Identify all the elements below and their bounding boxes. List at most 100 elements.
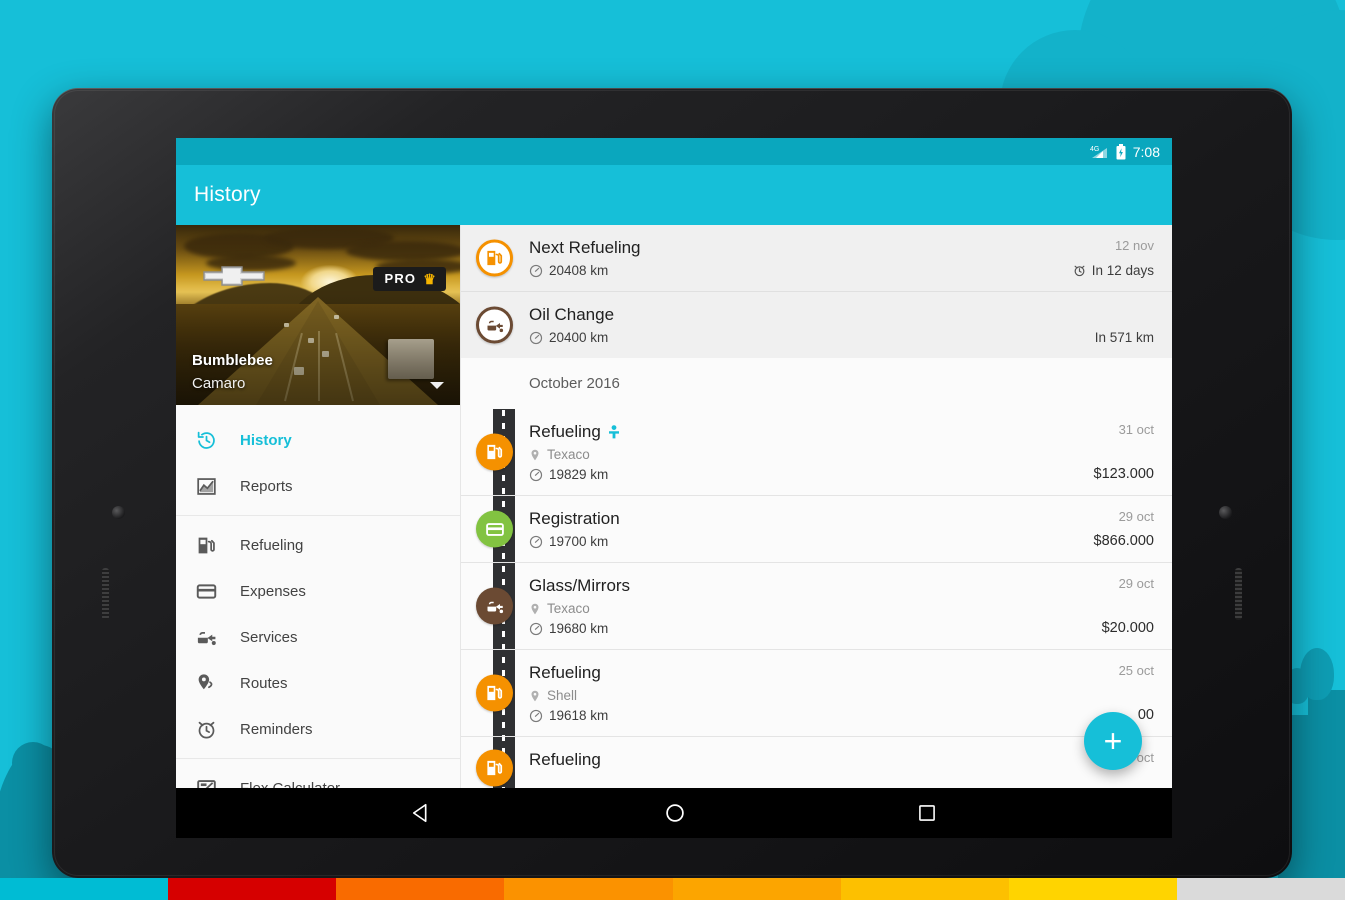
reminder-row[interactable]: Next Refueling 20408 km 12 nov In 12 day… xyxy=(461,225,1172,291)
back-icon[interactable] xyxy=(411,802,433,824)
navigation-drawer: PRO ♛ Bumblebee Camaro History Reports R… xyxy=(176,225,461,788)
history-timeline[interactable]: Next Refueling 20408 km 12 nov In 12 day… xyxy=(461,225,1172,788)
history-icon xyxy=(194,428,218,452)
pro-badge[interactable]: PRO ♛ xyxy=(373,267,446,291)
history-right: 29 oct $20.000 xyxy=(1102,576,1154,636)
map-pin-icon xyxy=(529,689,541,703)
battery-icon xyxy=(1116,143,1126,160)
sidebar-item-refueling[interactable]: Refueling xyxy=(176,522,460,568)
fuel-pump-icon xyxy=(476,749,513,786)
history-odometer: 19618 km xyxy=(529,708,1119,723)
sidebar-item-label: History xyxy=(240,431,292,449)
add-record-fab[interactable]: + xyxy=(1084,712,1142,770)
stripe-swatch xyxy=(840,878,1009,900)
menu-group-primary: History Reports xyxy=(176,411,460,515)
sidebar-item-reports[interactable]: Reports xyxy=(176,463,460,509)
history-value: $20.000 xyxy=(1101,620,1154,636)
app-bar: History xyxy=(176,165,1172,225)
history-value: $123.000 xyxy=(1093,466,1154,482)
history-date: 25 oct xyxy=(1118,663,1154,678)
speedometer-icon xyxy=(529,709,543,723)
history-main: Glass/Mirrors Texaco 19680 km xyxy=(529,576,1102,636)
stripe-swatch xyxy=(672,878,841,900)
system-navigation-bar xyxy=(176,788,1172,838)
app-content: PRO ♛ Bumblebee Camaro History Reports R… xyxy=(176,225,1172,788)
history-row[interactable]: Glass/Mirrors Texaco 19680 km 29 oct $20… xyxy=(461,562,1172,649)
sidebar-item-routes[interactable]: Routes xyxy=(176,660,460,706)
history-title: Refueling xyxy=(529,750,601,769)
color-stripe-bar xyxy=(0,878,1345,900)
history-main: Refueling xyxy=(529,422,1094,482)
tablet-frame: 4G 7:08 History PRO ♛ Bumblebee Camaro H… xyxy=(52,88,1292,878)
credit-card-icon xyxy=(476,510,513,548)
history-row[interactable]: Refueling Texaco 19829 km 31 oct $123.00… xyxy=(461,409,1172,495)
reminder-right: 12 nov In 12 days xyxy=(1073,238,1154,278)
history-row[interactable]: Refueling 08 oct xyxy=(461,736,1172,788)
status-bar: 4G 7:08 xyxy=(176,138,1172,165)
history-right: 29 oct $866.000 xyxy=(1094,509,1154,549)
history-main: Refueling xyxy=(529,750,1119,785)
reminder-meta: In 571 km xyxy=(1094,330,1154,345)
crown-icon: ♛ xyxy=(423,270,437,287)
history-row[interactable]: Refueling Shell 19618 km 25 oct 00 xyxy=(461,649,1172,736)
reminder-odometer: 20408 km xyxy=(529,263,1073,278)
sidebar-item-label: Expenses xyxy=(240,582,306,600)
sidebar-item-history[interactable]: History xyxy=(176,417,460,463)
device-screen: 4G 7:08 History PRO ♛ Bumblebee Camaro H… xyxy=(176,138,1172,838)
background-skyline xyxy=(1308,690,1345,900)
fuel-pump-icon xyxy=(476,674,513,712)
history-title: Glass/Mirrors xyxy=(529,576,631,595)
map-pin-icon xyxy=(194,671,218,695)
fuel-pump-icon xyxy=(194,533,218,557)
reminder-meta: In 12 days xyxy=(1073,263,1154,278)
history-right: 31 oct $123.000 xyxy=(1094,422,1154,482)
caret-down-icon[interactable] xyxy=(430,382,444,389)
history-row[interactable]: Registration 19700 km 29 oct $866.000 xyxy=(461,495,1172,562)
alarm-clock-icon xyxy=(1073,264,1086,277)
reminder-row[interactable]: Oil Change 20400 km In 571 km xyxy=(461,291,1172,358)
fuel-pump-icon xyxy=(476,433,513,471)
sidebar-item-reminders[interactable]: Reminders xyxy=(176,706,460,752)
history-title: Refueling xyxy=(529,663,601,682)
history-title: Registration xyxy=(529,509,620,528)
sidebar-item-services[interactable]: Services xyxy=(176,614,460,660)
sidebar-item-label: Services xyxy=(240,628,298,646)
speedometer-icon xyxy=(529,535,543,549)
history-date: 29 oct xyxy=(1118,576,1154,591)
vehicle-header[interactable]: PRO ♛ Bumblebee Camaro xyxy=(176,225,460,405)
speaker-grille xyxy=(1235,568,1242,620)
alarm-clock-icon xyxy=(194,717,218,741)
page-title: History xyxy=(194,183,261,206)
stripe-swatch xyxy=(336,878,505,900)
menu-group-records: Refueling Expenses Services Routes Remin… xyxy=(176,515,460,758)
month-separator: October 2016 xyxy=(461,358,1172,409)
oil-can-icon xyxy=(476,306,513,344)
sidebar-item-label: Routes xyxy=(240,674,288,692)
sidebar-item-expenses[interactable]: Expenses xyxy=(176,568,460,614)
signal-icon: 4G xyxy=(1090,144,1109,159)
credit-card-icon xyxy=(194,579,218,603)
reminder-odometer: 20400 km xyxy=(529,330,1095,345)
calculator-icon xyxy=(194,776,218,788)
menu-group-tools: Flex Calculator Achievements xyxy=(176,758,460,788)
chart-line-icon xyxy=(194,474,218,498)
stripe-swatch xyxy=(1176,878,1345,900)
speedometer-icon xyxy=(529,622,543,636)
map-pin-icon xyxy=(529,448,541,462)
sidebar-item-label: Reminders xyxy=(240,720,313,738)
history-date: 29 oct xyxy=(1118,509,1154,524)
history-value: $866.000 xyxy=(1093,533,1154,549)
vehicle-name: Bumblebee xyxy=(192,352,273,369)
home-icon[interactable] xyxy=(664,802,686,824)
sensor-icon xyxy=(1219,506,1232,519)
fuel-pump-icon xyxy=(476,239,513,277)
reminder-main: Oil Change 20400 km xyxy=(529,305,1095,345)
clock-label: 7:08 xyxy=(1132,143,1160,160)
sidebar-item-flex-calculator[interactable]: Flex Calculator xyxy=(176,765,460,788)
speedometer-icon xyxy=(529,468,543,482)
history-place: Shell xyxy=(529,688,1119,703)
history-odometer: 19680 km xyxy=(529,621,1102,636)
recents-icon[interactable] xyxy=(917,803,937,823)
background-monument-neck xyxy=(22,760,44,830)
stripe-swatch xyxy=(1008,878,1177,900)
